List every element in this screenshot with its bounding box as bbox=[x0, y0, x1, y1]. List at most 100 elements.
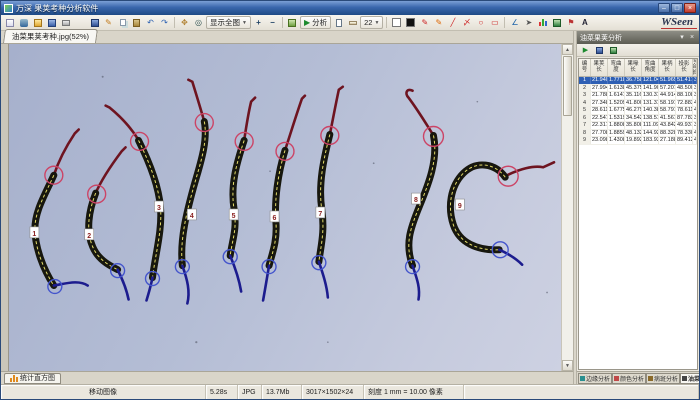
red-marker-icon[interactable]: ✎ bbox=[418, 16, 431, 29]
table-cell: 88.3285 bbox=[659, 130, 676, 137]
table-cell: 35.8083 bbox=[625, 122, 642, 129]
document-tab[interactable]: 油菜果荚考种.jpg(52%) bbox=[3, 29, 98, 43]
column-header[interactable]: 拟合长 bbox=[693, 59, 697, 76]
draw-rect-icon[interactable]: ▭ bbox=[488, 16, 501, 29]
column-header[interactable]: 编号 bbox=[579, 59, 591, 76]
table-row[interactable]: 622.54751.531934.5423138.517141.561787.7… bbox=[579, 115, 697, 123]
pod-specimen-1[interactable]: 1 bbox=[30, 129, 88, 293]
analyze-button[interactable]: ▶分析 bbox=[300, 16, 331, 29]
scroll-down-arrow-icon[interactable]: ▼ bbox=[562, 360, 573, 371]
table-row[interactable]: 427.34881.520941.8000131.318558.191872.8… bbox=[579, 100, 697, 108]
font-size-select[interactable]: 22▼ bbox=[360, 16, 383, 29]
panel-tab[interactable]: 颜色分析 bbox=[612, 373, 646, 384]
save-all-icon[interactable] bbox=[45, 16, 58, 29]
pod-specimen-2[interactable]: 2 bbox=[85, 147, 129, 299]
redo-icon[interactable]: ↷ bbox=[158, 16, 171, 29]
table-row[interactable]: 722.31791.880835.8083111.098943.842449.9… bbox=[579, 122, 697, 130]
show-full-image-button[interactable]: 显示全图▼ bbox=[206, 16, 251, 29]
column-header[interactable]: 果荚长 bbox=[591, 59, 608, 76]
orange-marker-icon[interactable]: ✎ bbox=[432, 16, 445, 29]
pod-specimen-7[interactable]: 7 bbox=[312, 87, 343, 298]
table-row[interactable]: 827.70851.885948.1325144.929788.328578.3… bbox=[579, 130, 697, 138]
minimize-button[interactable]: – bbox=[658, 3, 670, 13]
table-cell: 27.9948 bbox=[591, 85, 608, 92]
table-cell: 72.8833 bbox=[676, 100, 693, 107]
color-white-swatch[interactable] bbox=[390, 16, 403, 29]
maximize-button[interactable]: □ bbox=[671, 3, 683, 13]
table-cell: 42.9 bbox=[693, 107, 697, 114]
panel-tab[interactable]: 病斑分析 bbox=[646, 373, 680, 384]
camera-capture-icon[interactable] bbox=[17, 16, 30, 29]
arrow-tool-icon[interactable]: ➤ bbox=[522, 16, 535, 29]
table-row[interactable]: 923.09881.430819.8928183.937627.188789.4… bbox=[579, 137, 697, 145]
histogram-tab[interactable]: 统计直方图 bbox=[4, 373, 61, 384]
zoom-out-icon[interactable]: − bbox=[266, 16, 279, 29]
report-icon[interactable] bbox=[332, 16, 345, 29]
batch-icon[interactable] bbox=[286, 16, 299, 29]
main-toolbar: ✎ ↶ ↷ ✥ ◎ 显示全图▼ + − ▶分析 22▼ ✎ ✎ ╱ 〆 ○ ▭ … bbox=[1, 15, 699, 31]
column-header[interactable]: 弯曲度 bbox=[608, 59, 625, 76]
pod-specimen-5[interactable]: 5 bbox=[223, 98, 255, 292]
panel-export-icon[interactable] bbox=[608, 45, 619, 56]
zoom-in-icon[interactable]: + bbox=[252, 16, 265, 29]
panel-close-icon[interactable]: × bbox=[688, 34, 696, 42]
text-tool-icon[interactable]: A bbox=[578, 16, 591, 29]
table-cell: 34.5423 bbox=[625, 115, 642, 122]
panel-tab[interactable]: 油菜果荚分析 bbox=[680, 373, 699, 384]
panel-run-icon[interactable]: ▶ bbox=[580, 45, 591, 56]
scrollbar-thumb[interactable] bbox=[563, 56, 572, 116]
pan-hand-icon[interactable]: ✥ bbox=[178, 16, 191, 29]
table-cell: 141.9032 bbox=[642, 85, 659, 92]
open-folder-icon[interactable] bbox=[31, 16, 44, 29]
undo-icon[interactable]: ↶ bbox=[144, 16, 157, 29]
panel-pin-icon[interactable]: ▾ bbox=[678, 34, 686, 42]
scroll-up-arrow-icon[interactable]: ▲ bbox=[562, 44, 573, 55]
column-header[interactable]: 投影长 bbox=[676, 59, 693, 76]
close-button[interactable]: × bbox=[684, 3, 696, 13]
pod-specimen-6[interactable]: 6 bbox=[262, 96, 305, 301]
bottom-tab-strip: 统计直方图 bbox=[1, 371, 573, 384]
copy-icon[interactable] bbox=[116, 16, 129, 29]
specimen-overlay: 1 2 bbox=[9, 44, 561, 371]
table-row[interactable]: 321.78851.614135.1168130.315944.914188.1… bbox=[579, 92, 697, 100]
draw-line-icon[interactable]: ╱ bbox=[446, 16, 459, 29]
pod-specimen-8[interactable]: 8 bbox=[406, 90, 444, 300]
draw-circle-icon[interactable]: ○ bbox=[474, 16, 487, 29]
ruler-icon[interactable] bbox=[346, 16, 359, 29]
save-icon[interactable] bbox=[88, 16, 101, 29]
row-number: 1 bbox=[579, 77, 591, 84]
edit-pen-icon[interactable]: ✎ bbox=[102, 16, 115, 29]
zoom-region-icon[interactable]: ◎ bbox=[192, 16, 205, 29]
table-cell: 21.7885 bbox=[591, 92, 608, 99]
table-cell: 36.7580 bbox=[625, 77, 642, 84]
column-header[interactable]: 果喙长 bbox=[625, 59, 642, 76]
paste-icon[interactable] bbox=[130, 16, 143, 29]
color-black-swatch[interactable] bbox=[404, 16, 417, 29]
table-cell: 1.5319 bbox=[608, 115, 625, 122]
flag-icon[interactable]: ⚑ bbox=[564, 16, 577, 29]
column-header[interactable]: 弯曲角度 bbox=[642, 59, 659, 76]
print-icon[interactable] bbox=[59, 16, 72, 29]
panel-tab[interactable]: 边缘分析 bbox=[578, 373, 612, 384]
pod-label: 5 bbox=[232, 213, 236, 220]
panel-tab-label: 边缘分析 bbox=[586, 374, 610, 383]
export-excel-icon[interactable] bbox=[550, 16, 563, 29]
pod-label: 9 bbox=[458, 203, 462, 210]
photo-canvas[interactable]: 1 2 bbox=[9, 44, 561, 371]
table-row[interactable]: 227.99481.613845.3756141.903257.207548.5… bbox=[579, 85, 697, 93]
table-row[interactable]: 121.94031.771836.7580121.049651.965051.4… bbox=[579, 77, 697, 85]
panel-save-icon[interactable] bbox=[594, 45, 605, 56]
vertical-scrollbar[interactable]: ▲ ▼ bbox=[561, 44, 573, 371]
draw-polyline-icon[interactable]: 〆 bbox=[460, 16, 473, 29]
table-row[interactable]: 528.61181.677546.2792140.388558.791878.6… bbox=[579, 107, 697, 115]
histogram-icon[interactable] bbox=[536, 16, 549, 29]
panel-tab-icon bbox=[682, 376, 687, 381]
pod-specimen-4[interactable]: 4 bbox=[175, 80, 213, 304]
panel-tab-icon bbox=[648, 376, 653, 381]
row-number: 2 bbox=[579, 85, 591, 92]
column-header[interactable]: 果柄长 bbox=[659, 59, 676, 76]
dropdown-caret-icon: ▼ bbox=[242, 20, 247, 26]
angle-tool-icon[interactable]: ∠ bbox=[508, 16, 521, 29]
new-document-icon[interactable] bbox=[3, 16, 16, 29]
pod-specimen-9[interactable]: 9 bbox=[450, 162, 554, 264]
